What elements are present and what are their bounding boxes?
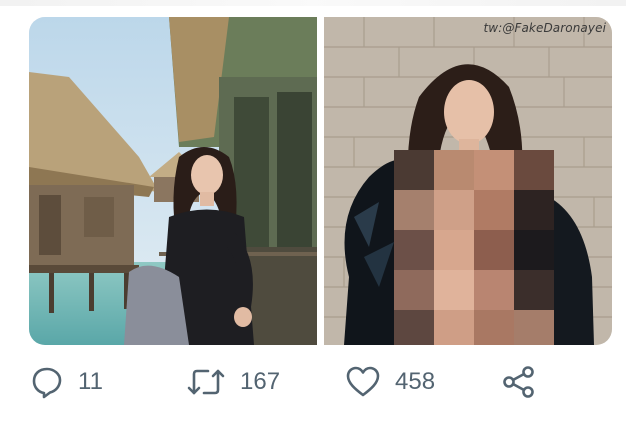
media-divider — [317, 17, 324, 345]
share-icon — [501, 365, 537, 399]
media-photo-1[interactable] — [29, 17, 317, 345]
reply-button[interactable]: 11 — [30, 365, 103, 399]
photo-2-image — [324, 17, 612, 345]
like-button[interactable]: 458 — [345, 365, 435, 399]
like-count: 458 — [395, 368, 436, 395]
tweet-media-grid: tw:@FakeDaronayei — [29, 17, 612, 345]
heart-icon — [345, 365, 381, 399]
pixelated-censor-region — [394, 150, 554, 345]
retweet-count: 167 — [240, 368, 281, 395]
top-edge — [0, 0, 626, 6]
photo-1-image — [29, 17, 317, 345]
reply-count: 11 — [78, 368, 103, 395]
media-photo-2[interactable]: tw:@FakeDaronayei — [324, 17, 612, 345]
retweet-icon — [186, 365, 226, 399]
watermark-text: tw:@FakeDaronayei — [483, 21, 606, 35]
reply-icon — [30, 365, 64, 399]
tweet-action-bar: 11 167 458 — [0, 355, 626, 415]
retweet-button[interactable]: 167 — [186, 365, 280, 399]
share-button[interactable] — [501, 365, 537, 399]
